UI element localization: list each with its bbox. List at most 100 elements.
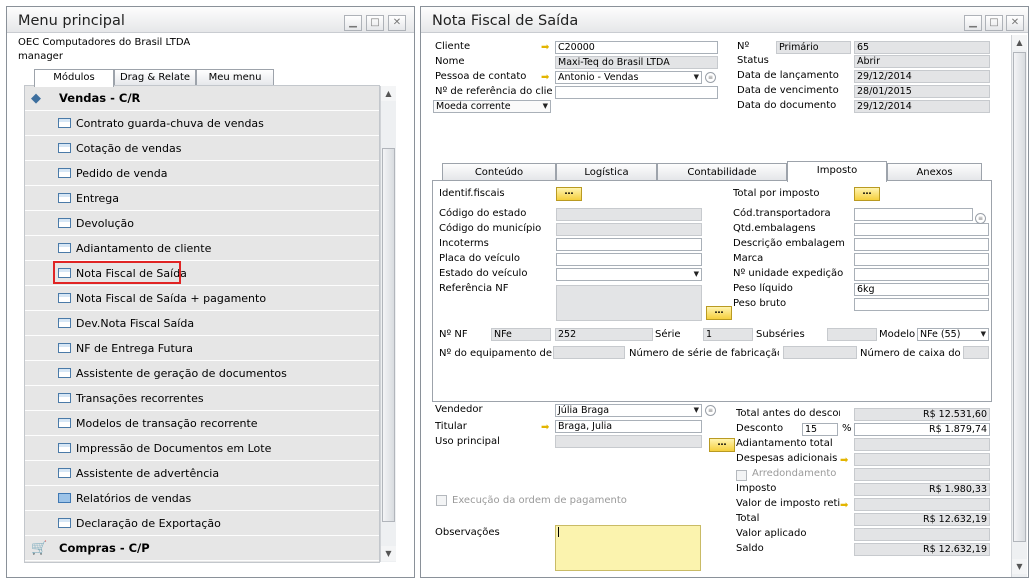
menu-item[interactable]: Assistente de advertência	[25, 461, 379, 486]
menu-item[interactable]: Dev.Nota Fiscal Saída	[25, 311, 379, 336]
execucao-checkbox[interactable]	[436, 495, 447, 506]
totals-value[interactable]: R$ 1.980,33	[854, 483, 990, 496]
link-arrow-icon[interactable]: ➡	[840, 501, 852, 511]
tax-right-field[interactable]	[854, 253, 989, 266]
totals-value[interactable]	[854, 468, 990, 481]
header-right-field[interactable]: Abrir	[854, 55, 990, 68]
tax-right-field[interactable]	[854, 208, 973, 221]
menu-item[interactable]: Impressão de Documentos em Lote	[25, 436, 379, 461]
subseries-field[interactable]	[827, 328, 877, 341]
menu-item[interactable]: Modelos de transação recorrente	[25, 411, 379, 436]
minimize-button[interactable]: ▁	[964, 15, 982, 31]
menu-item[interactable]: 🛒 Compras - C/P	[25, 536, 379, 561]
link-arrow-icon[interactable]: ➡	[541, 73, 553, 83]
caixa-field[interactable]	[963, 346, 989, 359]
tax-right-field[interactable]	[854, 238, 989, 251]
scroll-up-button[interactable]: ▲	[381, 86, 396, 101]
link-arrow-icon[interactable]: ➡	[541, 43, 553, 53]
identif-button[interactable]: …	[556, 187, 582, 201]
tab-modulos[interactable]: Módulos	[34, 69, 114, 87]
scroll-up-button[interactable]: ▲	[1012, 35, 1027, 50]
fabricacao-field[interactable]	[783, 346, 857, 359]
ref-nf-field[interactable]	[556, 285, 702, 321]
maximize-button[interactable]: □	[366, 15, 384, 31]
totals-value[interactable]	[854, 453, 990, 466]
tax-right-field[interactable]	[854, 223, 989, 236]
contato-select[interactable]: Antonio - Vendas	[555, 71, 702, 84]
menu-item[interactable]: NF de Entrega Futura	[25, 336, 379, 361]
total-imposto-button[interactable]: …	[854, 187, 880, 201]
tab-conteudo[interactable]: Conteúdo	[442, 163, 556, 181]
scroll-down-button[interactable]: ▼	[1012, 559, 1027, 574]
totals-value[interactable]: R$ 12.531,60	[854, 408, 990, 421]
equipamento-field[interactable]	[553, 346, 625, 359]
totals-value[interactable]	[854, 438, 990, 451]
cliente-field[interactable]: C20000	[555, 41, 718, 54]
scroll-down-button[interactable]: ▼	[381, 546, 396, 561]
menu-item[interactable]: Relatórios de vendas	[25, 486, 379, 511]
tax-right-field[interactable]	[854, 268, 989, 281]
scroll-thumb[interactable]	[382, 148, 395, 522]
maximize-button[interactable]: □	[985, 15, 1003, 31]
totals-value[interactable]	[854, 528, 990, 541]
list-icon[interactable]: ≡	[705, 405, 716, 416]
arredondamento-checkbox[interactable]	[736, 470, 747, 481]
ref-field[interactable]	[555, 86, 718, 99]
scroll-thumb[interactable]	[1013, 52, 1026, 542]
uso-field[interactable]	[555, 435, 702, 448]
menu-item[interactable]: Nota Fiscal de Saída + pagamento	[25, 286, 379, 311]
vendedor-select[interactable]: Júlia Braga	[555, 404, 702, 417]
menu-item[interactable]: Entrega	[25, 186, 379, 211]
totals-value[interactable]	[854, 498, 990, 511]
tab-anexos[interactable]: Anexos	[887, 163, 982, 181]
nome-field[interactable]: Maxi-Teq do Brasil LTDA	[555, 56, 718, 69]
tab-drag-relate[interactable]: Drag & Relate	[114, 69, 196, 86]
doc-number-field[interactable]: 65	[854, 41, 990, 54]
ref-nf-button[interactable]: …	[706, 306, 732, 320]
titular-field[interactable]: Braga, Julia	[555, 420, 702, 433]
menu-item[interactable]: Contrato guarda-chuva de vendas	[25, 111, 379, 136]
tab-contabilidade[interactable]: Contabilidade	[657, 163, 787, 181]
menu-item[interactable]: Devolução	[25, 211, 379, 236]
menu-item[interactable]: Cotação de vendas	[25, 136, 379, 161]
nf-number-field[interactable]: 252	[555, 328, 653, 341]
currency-select[interactable]: Moeda corrente	[433, 100, 551, 113]
tab-imposto[interactable]: Imposto	[787, 161, 887, 182]
link-arrow-icon[interactable]: ➡	[840, 456, 852, 466]
tax-left-field[interactable]	[556, 253, 702, 266]
menu-item[interactable]: Declaração de Exportação	[25, 511, 379, 536]
tax-right-field[interactable]	[854, 298, 989, 311]
adiantamento-button[interactable]: …	[709, 438, 735, 452]
serie-field[interactable]: 1	[703, 328, 753, 341]
discount-percent-field[interactable]: 15	[802, 423, 838, 436]
tab-logistica[interactable]: Logística	[556, 163, 657, 181]
totals-value[interactable]: R$ 12.632,19	[854, 513, 990, 526]
menu-item[interactable]: Transações recorrentes	[25, 386, 379, 411]
tax-left-field[interactable]	[556, 208, 702, 221]
menu-item[interactable]: Assistente de geração de documentos	[25, 361, 379, 386]
list-icon[interactable]: ≡	[705, 72, 716, 83]
series-field[interactable]: Primário	[776, 41, 851, 54]
close-button[interactable]: ✕	[388, 15, 406, 31]
totals-value[interactable]: R$ 12.632,19	[854, 543, 990, 556]
observacoes-field[interactable]	[555, 525, 701, 571]
minimize-button[interactable]: ▁	[344, 15, 362, 31]
menu-item[interactable]: Pedido de venda	[25, 161, 379, 186]
tax-right-field[interactable]: 6kg	[854, 283, 989, 296]
link-arrow-icon[interactable]: ➡	[541, 423, 553, 433]
header-right-field[interactable]: 28/01/2015	[854, 85, 990, 98]
header-right-field[interactable]: 29/12/2014	[854, 100, 990, 113]
menu-scrollbar[interactable]: ▲ ▼	[380, 86, 396, 562]
form-scrollbar[interactable]: ▲ ▼	[1011, 35, 1027, 577]
header-right-field[interactable]: 29/12/2014	[854, 70, 990, 83]
tab-meu-menu[interactable]: Meu menu	[196, 69, 274, 86]
totals-value[interactable]: R$ 1.879,74	[854, 423, 990, 436]
modelo-select[interactable]: NFe (55)	[917, 328, 989, 341]
nf-type-field[interactable]: NFe	[491, 328, 551, 341]
tax-left-field[interactable]	[556, 268, 702, 281]
menu-item[interactable]: Adiantamento de cliente	[25, 236, 379, 261]
list-icon[interactable]: ≡	[975, 213, 986, 224]
close-button[interactable]: ✕	[1006, 15, 1024, 31]
tax-left-field[interactable]	[556, 223, 702, 236]
menu-item[interactable]: ◆ Vendas - C/R	[25, 86, 379, 111]
